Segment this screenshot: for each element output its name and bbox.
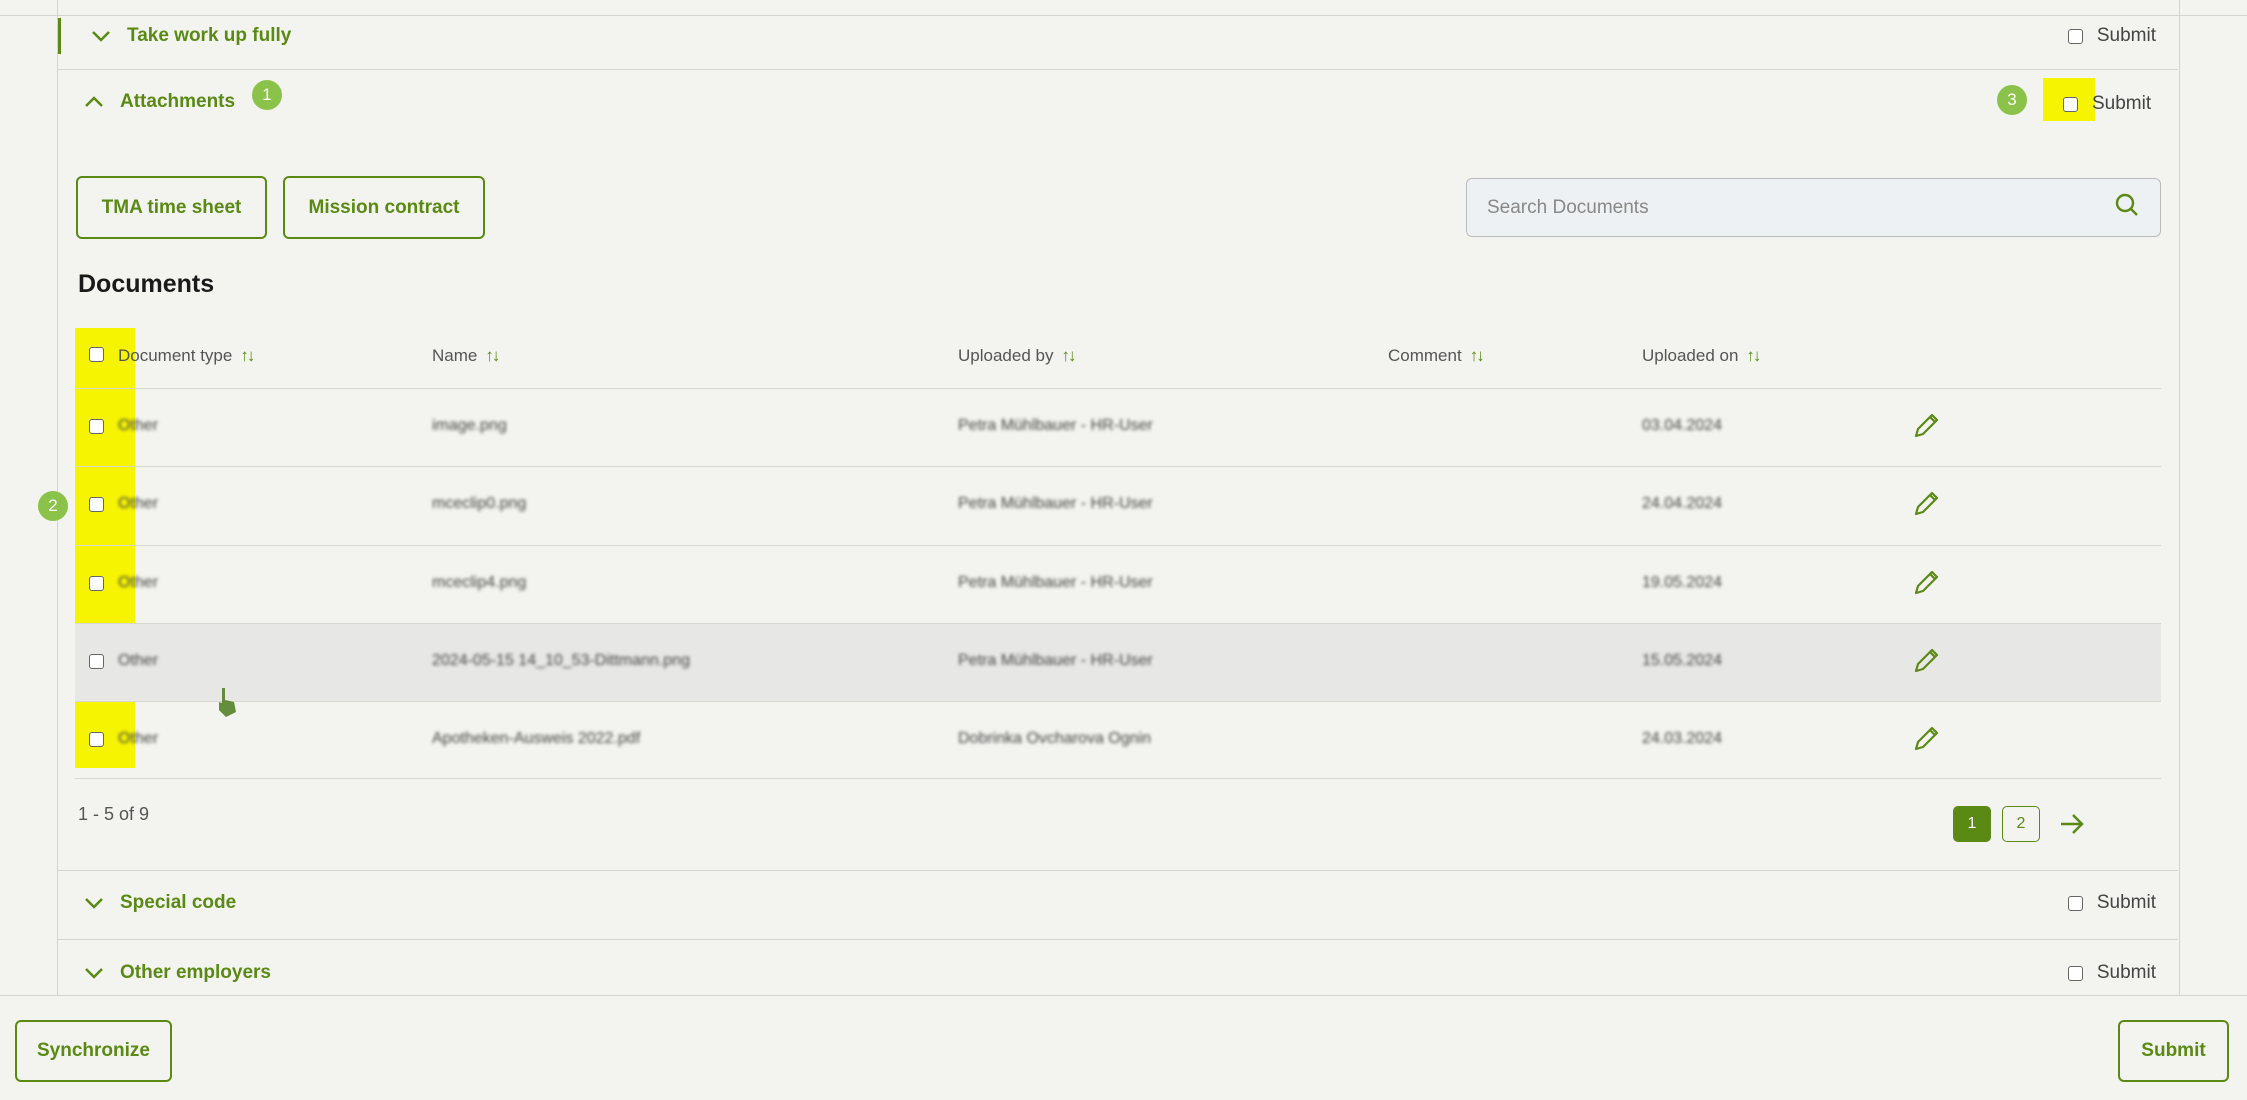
chevron-down-icon[interactable] (74, 890, 114, 916)
table-row[interactable]: Other mceclip4.png Petra Mühlbauer - HR-… (75, 545, 2161, 623)
submit-checkbox[interactable] (2067, 895, 2083, 911)
section-submit-toggle[interactable]: Submit (2067, 25, 2156, 47)
cell-uploaded-on: 15.05.2024 (1642, 652, 1723, 669)
submit-button[interactable]: Submit (2118, 1020, 2229, 1082)
search-placeholder: Search Documents (1487, 196, 1649, 218)
section-title: Take work up fully (127, 25, 292, 46)
annotation-badge-3: 3 (1997, 85, 2027, 115)
column-header-uploaded-on[interactable]: Uploaded on ↑↓ (1642, 346, 1761, 366)
section-title: Attachments (120, 91, 236, 112)
column-label: Document type (118, 346, 233, 365)
section-submit-toggle[interactable]: Submit (2067, 962, 2156, 984)
cell-uploaded-by: Petra Mühlbauer - HR-User (958, 495, 1153, 512)
edit-pencil-icon[interactable] (1911, 568, 1941, 598)
sort-icon[interactable]: ↑↓ (485, 346, 500, 366)
row-checkbox[interactable] (89, 576, 104, 591)
table-row[interactable]: Other 2024-05-15 14_10_53-Dittmann.png P… (75, 623, 2161, 701)
section-title: Other employers (120, 962, 271, 983)
cell-name: mceclip4.png (432, 574, 527, 591)
annotation-badge-1: 1 (252, 80, 282, 110)
footer-bar: Synchronize Submit (0, 995, 2247, 1100)
edit-pencil-icon[interactable] (1911, 724, 1941, 754)
column-label: Comment (1388, 346, 1462, 365)
table-row[interactable]: Other mceclip0.png Petra Mühlbauer - HR-… (75, 466, 2161, 544)
chevron-down-icon[interactable] (81, 23, 121, 49)
cell-uploaded-by: Petra Mühlbauer - HR-User (958, 417, 1153, 434)
page-button-2[interactable]: 2 (2002, 806, 2040, 842)
submit-checkbox[interactable] (2063, 96, 2078, 112)
sort-icon[interactable]: ↑↓ (1061, 346, 1076, 366)
chevron-up-icon[interactable] (74, 89, 114, 115)
next-page-arrow-icon[interactable] (2058, 810, 2086, 838)
cell-document-type: Other (118, 730, 159, 747)
edit-pencil-icon[interactable] (1911, 411, 1941, 441)
submit-label: Submit (2096, 962, 2156, 983)
column-header-document-type[interactable]: Document type ↑↓ (118, 346, 255, 366)
column-header-uploaded-by[interactable]: Uploaded by ↑↓ (958, 346, 1076, 366)
table-row[interactable]: Other image.png Petra Mühlbauer - HR-Use… (75, 388, 2161, 466)
row-checkbox[interactable] (89, 654, 104, 669)
cell-document-type: Other (118, 652, 159, 669)
column-label: Uploaded on (1642, 346, 1739, 365)
cell-uploaded-by: Petra Mühlbauer - HR-User (958, 652, 1153, 669)
column-label: Name (432, 346, 478, 365)
submit-checkbox[interactable] (2067, 28, 2083, 44)
documents-title: Documents (78, 270, 215, 298)
cell-name: 2024-05-15 14_10_53-Dittmann.png (432, 652, 690, 669)
cell-uploaded-on: 19.05.2024 (1642, 574, 1723, 591)
tma-time-sheet-button[interactable]: TMA time sheet (76, 176, 267, 239)
cell-name: Apotheken-Ausweis 2022.pdf (432, 730, 641, 747)
submit-label: Submit (2096, 892, 2156, 913)
page-button-1[interactable]: 1 (1953, 806, 1991, 842)
cell-uploaded-on: 24.03.2024 (1642, 730, 1723, 747)
section-divider (58, 69, 2178, 70)
sort-icon[interactable]: ↑↓ (1470, 346, 1485, 366)
submit-label: Submit (2092, 93, 2152, 114)
section-submit-toggle[interactable]: Submit (2067, 892, 2156, 914)
row-checkbox[interactable] (89, 732, 104, 747)
mission-contract-button[interactable]: Mission contract (283, 176, 485, 239)
sort-icon[interactable]: ↑↓ (240, 346, 255, 366)
section-special-code[interactable]: Special code Submit (58, 885, 2178, 921)
cell-uploaded-on: 03.04.2024 (1642, 417, 1723, 434)
pagination-info: 1 - 5 of 9 (78, 804, 150, 824)
synchronize-button[interactable]: Synchronize (15, 1020, 172, 1082)
cell-uploaded-by: Petra Mühlbauer - HR-User (958, 574, 1153, 591)
select-all-checkbox[interactable] (89, 347, 104, 362)
row-checkbox[interactable] (89, 497, 104, 512)
column-label: Uploaded by (958, 346, 1054, 365)
cell-document-type: Other (118, 574, 159, 591)
cell-document-type: Other (118, 495, 159, 512)
cell-uploaded-by: Dobrinka Ovcharova Ognin (958, 730, 1151, 747)
attachments-submit-toggle[interactable]: Submit (2063, 93, 2151, 115)
section-divider (58, 870, 2178, 871)
cell-document-type: Other (118, 417, 159, 434)
section-title: Special code (120, 892, 237, 913)
row-checkbox[interactable] (89, 419, 104, 434)
hand-cursor-icon (219, 688, 236, 717)
edit-pencil-icon[interactable] (1911, 646, 1941, 676)
search-icon[interactable] (2114, 192, 2140, 223)
section-attachments[interactable]: Attachments (58, 84, 2178, 120)
submit-checkbox[interactable] (2067, 965, 2083, 981)
column-header-name[interactable]: Name ↑↓ (432, 346, 500, 366)
search-input[interactable]: Search Documents (1466, 178, 2161, 237)
section-other-employers[interactable]: Other employers Submit (58, 955, 2178, 991)
sort-icon[interactable]: ↑↓ (1746, 346, 1761, 366)
chevron-down-icon[interactable] (74, 960, 114, 986)
column-header-comment[interactable]: Comment ↑↓ (1388, 346, 1485, 366)
annotation-badge-2: 2 (38, 491, 68, 521)
table-row[interactable]: Other Apotheken-Ausweis 2022.pdf Dobrink… (75, 701, 2161, 779)
edit-pencil-icon[interactable] (1911, 489, 1941, 519)
cell-name: mceclip0.png (432, 495, 527, 512)
cell-uploaded-on: 24.04.2024 (1642, 495, 1723, 512)
cell-name: image.png (432, 417, 507, 434)
section-divider (58, 939, 2178, 940)
submit-label: Submit (2096, 25, 2156, 46)
section-take-work-up[interactable]: Take work up fully Submit (58, 18, 2178, 54)
